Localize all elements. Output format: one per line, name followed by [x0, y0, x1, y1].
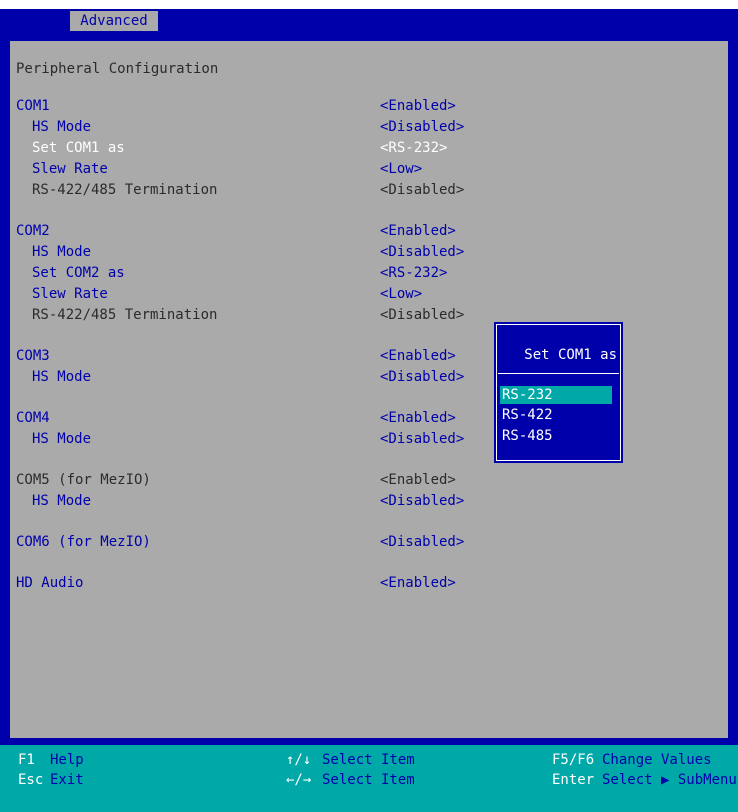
setting-label-com2-termination: RS-422/485 Termination [32, 307, 218, 323]
setting-label-com1-termination: RS-422/485 Termination [32, 182, 218, 198]
setting-value-com6[interactable]: <Disabled> [380, 535, 464, 549]
setting-label-com3[interactable]: COM3 [16, 349, 50, 363]
setting-value-com1-hs-mode[interactable]: <Disabled> [380, 120, 464, 134]
setting-value-com5-hs-mode[interactable]: <Disabled> [380, 494, 464, 508]
section-title: Peripheral Configuration [16, 61, 219, 77]
top-menu-bar: Advanced [0, 9, 738, 33]
footer-desc-help: Help [50, 752, 84, 768]
setting-label-hd-audio[interactable]: HD Audio [16, 576, 83, 590]
footer-desc-select-item-leftright: Select Item [322, 772, 415, 788]
setting-value-com1-slew-rate[interactable]: <Low> [380, 162, 422, 176]
setting-value-com2[interactable]: <Enabled> [380, 224, 456, 238]
setting-value-hd-audio[interactable]: <Enabled> [380, 576, 456, 590]
setting-label-com1-slew-rate[interactable]: Slew Rate [32, 162, 108, 176]
setting-label-com1-hs-mode[interactable]: HS Mode [32, 120, 91, 134]
footer-desc-select-item-updown: Select Item [322, 752, 415, 768]
footer-key-f5f6: F5/F6 [552, 752, 595, 768]
popup-option-rs-485[interactable]: RS-485 [500, 427, 612, 445]
footer-key-leftright: ←/→ [286, 772, 312, 788]
setting-label-com6[interactable]: COM6 (for MezIO) [16, 535, 151, 549]
setting-label-com4-hs-mode[interactable]: HS Mode [32, 432, 91, 446]
setting-value-com3-hs-mode[interactable]: <Disabled> [380, 370, 464, 384]
footer-key-esc: Esc [18, 772, 44, 788]
popup-option-rs-422[interactable]: RS-422 [500, 406, 612, 424]
setting-value-set-com2-as[interactable]: <RS-232> [380, 266, 447, 280]
setting-label-set-com2-as[interactable]: Set COM2 as [32, 266, 125, 280]
footer-desc-change-values: Change Values [602, 752, 712, 768]
setting-value-com1-termination: <Disabled> [380, 182, 465, 198]
setting-label-com2-slew-rate[interactable]: Slew Rate [32, 287, 108, 301]
setting-label-set-com1-as[interactable]: Set COM1 as [32, 141, 125, 155]
setting-value-com5: <Enabled> [380, 472, 456, 488]
setting-value-com2-slew-rate[interactable]: <Low> [380, 287, 422, 301]
setting-value-com2-hs-mode[interactable]: <Disabled> [380, 245, 464, 259]
setting-value-set-com1-as[interactable]: <RS-232> [380, 141, 447, 155]
setting-label-com2-hs-mode[interactable]: HS Mode [32, 245, 91, 259]
setting-value-com1[interactable]: <Enabled> [380, 99, 456, 113]
setting-value-com3[interactable]: <Enabled> [380, 349, 456, 363]
main-frame: Peripheral Configuration COM1 <Enabled> … [0, 33, 738, 745]
help-footer: F1 Help Esc Exit ↑/↓ Select Item ←/→ Sel… [0, 745, 738, 812]
footer-desc-select-submenu: Select ▶ SubMenu [602, 772, 737, 788]
footer-key-updown: ↑/↓ [286, 752, 312, 768]
setting-label-com4[interactable]: COM4 [16, 411, 50, 425]
setting-label-com5-hs-mode[interactable]: HS Mode [32, 494, 91, 508]
footer-key-f1: F1 [18, 752, 35, 768]
setting-label-com2[interactable]: COM2 [16, 224, 50, 238]
setting-value-com2-termination: <Disabled> [380, 307, 465, 323]
footer-key-enter: Enter [552, 772, 595, 788]
set-com1-as-popup: Set COM1 as RS-232 RS-422 RS-485 [494, 322, 623, 463]
popup-divider [498, 373, 619, 374]
popup-title: Set COM1 as [524, 347, 617, 363]
setting-label-com1[interactable]: COM1 [16, 99, 50, 113]
tab-advanced[interactable]: Advanced [70, 11, 158, 31]
setting-value-com4-hs-mode[interactable]: <Disabled> [380, 432, 464, 446]
popup-option-rs-232[interactable]: RS-232 [500, 386, 612, 404]
setting-value-com4[interactable]: <Enabled> [380, 411, 456, 425]
setting-label-com5: COM5 (for MezIO) [16, 472, 151, 488]
setting-label-com3-hs-mode[interactable]: HS Mode [32, 370, 91, 384]
footer-desc-exit: Exit [50, 772, 84, 788]
